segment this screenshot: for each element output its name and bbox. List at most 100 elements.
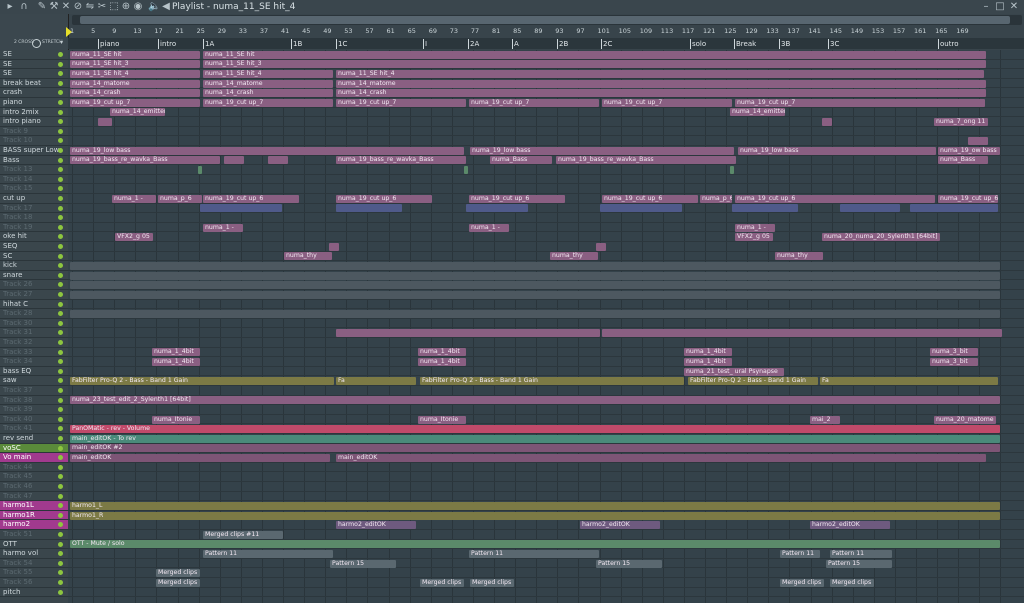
playlist-clip[interactable]: numa_3_bit	[930, 358, 978, 366]
marker-2b[interactable]: 2B	[557, 39, 568, 49]
track-enable-led-icon[interactable]	[58, 148, 63, 153]
playlist-clip[interactable]: numa_19_cut up_6	[336, 194, 432, 203]
track-enable-led-icon[interactable]	[58, 71, 63, 77]
magnet-icon[interactable]: ∩	[18, 1, 30, 13]
playlist-clip[interactable]	[329, 242, 339, 251]
playlist-clip[interactable]: Merged clips #11	[203, 530, 283, 539]
playlist-clip[interactable]	[600, 204, 682, 213]
playlist-clip[interactable]: numa_7_ong 11	[934, 118, 988, 126]
playlist-clip[interactable]: VFX2_g 05	[115, 233, 153, 242]
track-enable-led-icon[interactable]	[58, 301, 63, 307]
track-enable-led-icon[interactable]	[58, 340, 63, 345]
track-header[interactable]: SE	[0, 69, 68, 79]
track-header[interactable]: SEQ	[0, 242, 68, 252]
playlist-clip[interactable]	[602, 329, 1002, 338]
track-header[interactable]: pitch	[0, 588, 68, 598]
track-header[interactable]: Track 55	[0, 568, 68, 578]
track-header[interactable]: Track 40	[0, 415, 68, 425]
playlist-clip[interactable]	[98, 118, 112, 126]
playlist-clip[interactable]	[70, 262, 1000, 270]
playlist-clip[interactable]: numa_p_6	[700, 194, 732, 203]
playlist-clip[interactable]: numa_19_bass_re_wavka_Bass	[556, 156, 736, 165]
playlist-clip[interactable]: numa_thy	[550, 252, 598, 261]
track-header[interactable]: harmo2	[0, 520, 68, 530]
playlist-clip[interactable]: numa_3_bit	[930, 348, 978, 357]
playlist-clip[interactable]: numa_14_crash	[336, 89, 986, 98]
playlist-clip[interactable]	[596, 242, 606, 251]
playlist-clip[interactable]: numa_19_low bass	[470, 146, 734, 155]
playlist-clip[interactable]	[200, 204, 282, 213]
playlist-clip[interactable]	[198, 166, 202, 174]
track-enable-led-icon[interactable]	[58, 368, 63, 374]
playlist-clip[interactable]: numa_19_bass_re_wavka_Bass	[70, 156, 220, 165]
track-header[interactable]: Track 9	[0, 127, 68, 137]
track-header[interactable]: Track 56	[0, 578, 68, 588]
playlist-clip[interactable]: harmo1_R	[70, 511, 1000, 520]
track-header[interactable]: Track 18	[0, 213, 68, 223]
track-header[interactable]: Track 14	[0, 175, 68, 185]
playlist-clip[interactable]: numa_19_cut up_7	[602, 98, 732, 107]
playlist-clip[interactable]: numa_11_SE hit_4	[336, 70, 984, 78]
track-header[interactable]: Track 34	[0, 357, 68, 367]
stretch-dropdown-icon[interactable]: ▾	[60, 39, 63, 46]
playlist-clip[interactable]: numa_1_4bit	[684, 358, 732, 366]
slip-tool-icon[interactable]: ⇋	[84, 1, 96, 13]
track-enable-led-icon[interactable]	[58, 282, 63, 288]
track-enable-led-icon[interactable]	[58, 330, 63, 336]
playlist-clip[interactable]: Merged clips	[470, 578, 514, 587]
track-enable-led-icon[interactable]	[58, 416, 63, 422]
playlist-clip[interactable]: numa_1 -	[735, 223, 775, 232]
track-enable-led-icon[interactable]	[58, 541, 63, 547]
close-button[interactable]: ✕	[1008, 1, 1020, 13]
cross-knob[interactable]	[32, 39, 41, 48]
marker-3c[interactable]: 3C	[828, 39, 839, 49]
marker-i[interactable]: I	[423, 39, 427, 49]
paint-tool-icon[interactable]: ⚒	[48, 1, 60, 13]
track-enable-led-icon[interactable]	[58, 580, 63, 585]
track-enable-led-icon[interactable]	[58, 484, 63, 489]
playlist-clip[interactable]: numa_14_emitter	[110, 108, 165, 117]
playlist-clip[interactable]: OTT - Mute / solo	[70, 540, 1000, 549]
playlist-clip[interactable]: numa_19_cut up_7	[469, 98, 599, 107]
track-header[interactable]: voSC	[0, 443, 68, 454]
playlist-clip[interactable]: numa_1_4bit	[152, 358, 200, 366]
track-enable-led-icon[interactable]	[58, 589, 63, 595]
track-header[interactable]: OTT	[0, 540, 68, 550]
marker-intro[interactable]: intro	[158, 39, 176, 49]
playlist-clip[interactable]	[968, 137, 988, 146]
marker-lane[interactable]: piano intro 1A 1B 1C I 2A A 2B 2C solo Break 3B 3C out…	[68, 38, 1024, 49]
track-header[interactable]: cut up	[0, 194, 68, 204]
track-header[interactable]: Track 45	[0, 472, 68, 482]
track-header[interactable]: Track 37	[0, 386, 68, 396]
maximize-button[interactable]: □	[994, 1, 1006, 13]
track-enable-led-icon[interactable]	[58, 378, 63, 384]
marker-piano[interactable]: piano	[98, 39, 119, 49]
track-enable-led-icon[interactable]	[58, 138, 63, 144]
playlist-clip[interactable]: numa_20_matome	[934, 415, 996, 424]
playlist-clip[interactable]	[70, 281, 1000, 290]
playlist-clip[interactable]: harmo1_L	[70, 502, 1000, 510]
track-header[interactable]: Track 17	[0, 204, 68, 214]
playlist-clip[interactable]	[224, 156, 244, 165]
track-header[interactable]: piano	[0, 98, 68, 108]
playlist-clip[interactable]: Pattern 11	[203, 550, 333, 558]
playlist-clip[interactable]	[70, 271, 1000, 280]
minimize-button[interactable]: –	[980, 1, 992, 13]
track-header[interactable]: kick	[0, 261, 68, 271]
track-header[interactable]: Track 51	[0, 530, 68, 540]
track-header[interactable]: SE	[0, 50, 68, 60]
track-enable-led-icon[interactable]	[58, 128, 63, 134]
playlist-clip[interactable]: Pattern 11	[830, 550, 892, 558]
track-header[interactable]: oke hit	[0, 232, 68, 242]
track-header[interactable]: Track 54	[0, 559, 68, 569]
playlist-clip[interactable]: numa_19_cut up_6	[203, 194, 299, 203]
playlist-clip[interactable]	[268, 156, 288, 165]
select-tool-icon[interactable]: ⬚	[108, 1, 120, 13]
track-enable-led-icon[interactable]	[58, 90, 63, 96]
playlist-clip[interactable]: Merged clips	[780, 578, 824, 587]
playlist-clip[interactable]: Pattern 15	[826, 559, 892, 568]
playlist-clip[interactable]: mai_2	[810, 415, 840, 424]
playlist-clip[interactable]: numa_19_cut up_7	[70, 98, 200, 107]
track-enable-led-icon[interactable]	[58, 234, 63, 240]
track-enable-led-icon[interactable]	[58, 426, 63, 432]
